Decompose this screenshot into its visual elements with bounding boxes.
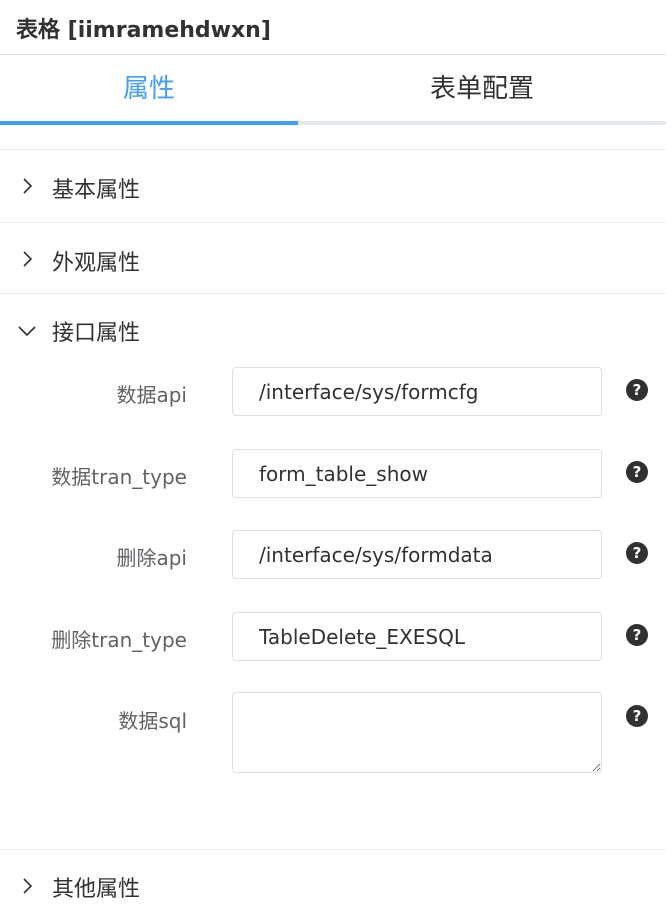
field-label-delete-tran-type: 删除tran_type [51, 628, 187, 652]
field-label-data-api: 数据api [116, 383, 187, 407]
tab-active-indicator [0, 121, 298, 125]
question-circle-icon[interactable]: ? [626, 624, 648, 646]
scrollbar-track[interactable] [666, 0, 672, 919]
field-label-data-sql: 数据sql [118, 709, 187, 733]
question-circle-icon[interactable]: ? [626, 379, 648, 401]
section-other-properties[interactable]: 其他属性 [0, 849, 666, 919]
section-label: 其他属性 [52, 877, 141, 902]
data-api-input[interactable] [232, 367, 602, 416]
chevron-right-icon [23, 878, 33, 894]
data-sql-textarea[interactable] [232, 692, 602, 773]
chevron-right-icon [23, 251, 33, 267]
section-label: 接口属性 [52, 321, 141, 346]
section-appearance-properties[interactable]: 外观属性 [0, 222, 666, 293]
chevron-right-icon [23, 178, 33, 194]
section-label: 外观属性 [52, 251, 141, 276]
section-label: 基本属性 [52, 178, 141, 203]
field-label-data-tran-type: 数据tran_type [51, 465, 187, 489]
delete-tran-type-input[interactable] [232, 612, 602, 661]
delete-api-input[interactable] [232, 530, 602, 579]
field-label-delete-api: 删除api [116, 546, 187, 570]
question-circle-icon[interactable]: ? [626, 461, 648, 483]
data-tran-type-input[interactable] [232, 449, 602, 498]
tab-bar: 属性 表单配置 [0, 55, 666, 125]
tab-form-config[interactable]: 表单配置 [298, 55, 666, 121]
panel-title: 表格 [iimramehdwxn] [16, 18, 271, 43]
panel-header: 表格 [iimramehdwxn] [0, 0, 672, 55]
tab-properties[interactable]: 属性 [0, 55, 298, 121]
question-circle-icon[interactable]: ? [626, 705, 648, 727]
section-interface-properties[interactable]: 接口属性 [0, 293, 666, 363]
chevron-down-icon [18, 326, 36, 337]
question-circle-icon[interactable]: ? [626, 542, 648, 564]
section-basic-properties[interactable]: 基本属性 [0, 149, 666, 222]
